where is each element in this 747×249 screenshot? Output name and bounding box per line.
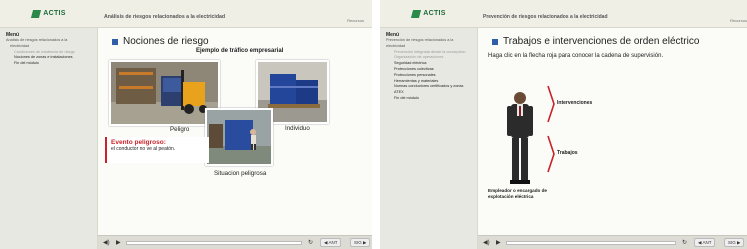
right-course-window: ACTIS Prevención de riesgos relacionados… (380, 0, 747, 249)
label-peligro: Peligro (170, 126, 190, 133)
reload-icon[interactable]: ↻ (682, 239, 687, 246)
course-title: Prevención de riesgos relacionados a la … (483, 14, 608, 20)
header-bar: ACTIS Análisis de riesgos relacionados a… (0, 0, 372, 28)
logo-text: ACTIS (423, 10, 446, 17)
main-content: Nociones de riesgo Ejemplo de tráfico em… (98, 28, 372, 235)
company-logo: ACTIS (0, 0, 98, 28)
player-bar: ◀) ▶ ↻ ◀ ANT SIG ▶ (98, 235, 372, 249)
logo-mark-icon (411, 10, 422, 18)
resources-link[interactable]: Recursos (347, 18, 364, 23)
prev-button[interactable]: ◀ ANT (694, 238, 716, 247)
arrow-label-intervenciones[interactable]: Intervenciones (557, 100, 592, 106)
label-situacion: Situacion peligrosa (214, 170, 267, 177)
left-course-window: ACTIS Análisis de riesgos relacionados a… (0, 0, 372, 249)
company-logo: ACTIS (380, 0, 478, 28)
sidebar-menu: Menú Análisis de riesgos relacionados a … (0, 28, 98, 249)
situation-illustration (207, 110, 271, 164)
volume-icon[interactable]: ◀) (103, 239, 110, 246)
reload-icon[interactable]: ↻ (308, 239, 313, 246)
main-content: Trabajos e intervenciones de orden eléct… (478, 28, 747, 235)
menu-item-fin[interactable]: Fin del módulo (0, 61, 97, 67)
play-icon[interactable]: ▶ (496, 239, 501, 246)
player-bar: ◀) ▶ ↻ ◀ ANT SIG ▶ (478, 235, 747, 249)
volume-icon[interactable]: ◀) (483, 239, 490, 246)
page-title-text: Trabajos e intervenciones de orden eléct… (503, 36, 700, 47)
forklift-photo (109, 60, 220, 126)
sidebar-menu: Menú Prevención de riesgos relacionados … (380, 28, 478, 249)
progress-bar[interactable] (506, 241, 676, 245)
page-title: Trabajos e intervenciones de orden eléct… (492, 36, 699, 47)
title-square-icon (112, 38, 118, 45)
forklift-illustration (111, 62, 218, 124)
danger-text: el conductor no ve al peatón. (111, 146, 176, 152)
instruction-text: Haga clic en la flecha roja para conocer… (488, 53, 664, 59)
prev-button[interactable]: ◀ ANT (320, 238, 342, 247)
danger-title: Evento peligroso: (111, 139, 166, 146)
menu-title: Menú (6, 32, 20, 38)
course-title: Análisis de riesgos relacionados a la el… (104, 14, 226, 20)
progress-bar[interactable] (126, 241, 302, 245)
arrow-trabajos-icon (547, 135, 555, 173)
menu-title: Menú (386, 32, 400, 38)
arrow-intervenciones-icon (547, 85, 555, 123)
situation-photo (205, 108, 273, 166)
danger-callout: Evento peligroso: el conductor no ve al … (105, 137, 209, 163)
menu-item-prevencion[interactable]: Prevención de riesgos relacionados a la … (380, 38, 477, 50)
page-title-text: Nociones de riesgo (123, 36, 209, 47)
next-button[interactable]: SIG ▶ (724, 238, 745, 247)
example-title: Ejemplo de tráfico empresarial (196, 48, 284, 54)
menu-item-fin[interactable]: Fin del módulo (380, 96, 477, 102)
arrow-label-trabajos[interactable]: Trabajos (557, 150, 578, 156)
resources-link[interactable]: Recursos (730, 18, 747, 23)
page-title: Nociones de riesgo (112, 36, 209, 47)
figure-caption: Empleador o encargado de explotación elé… (488, 188, 547, 199)
play-icon[interactable]: ▶ (116, 239, 121, 246)
title-square-icon (492, 38, 498, 45)
header-bar: ACTIS Prevención de riesgos relacionados… (380, 0, 747, 28)
label-individuo: Individuo (285, 125, 310, 132)
logo-mark-icon (31, 10, 42, 18)
menu-item-normas[interactable]: Normas conductores certificados y zonas … (380, 84, 477, 96)
logo-text: ACTIS (43, 10, 66, 17)
next-button[interactable]: SIG ▶ (350, 238, 371, 247)
